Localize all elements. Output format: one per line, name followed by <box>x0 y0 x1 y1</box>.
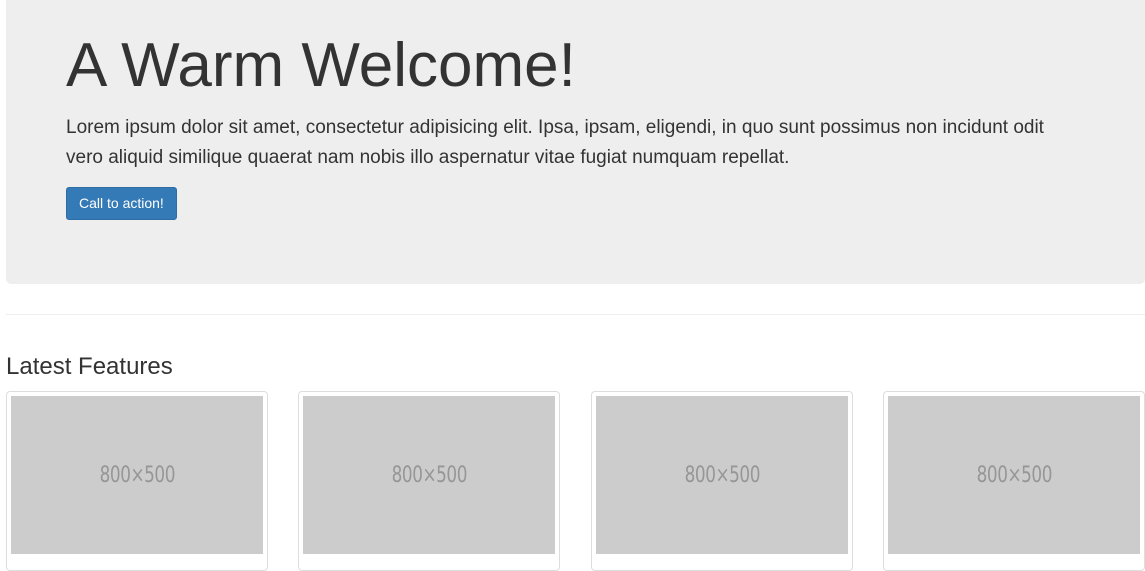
hero-jumbotron: A Warm Welcome! Lorem ipsum dolor sit am… <box>6 0 1145 284</box>
hero-title: A Warm Welcome! <box>66 31 576 100</box>
latest-features-heading: Latest Features <box>6 353 173 380</box>
placeholder-image-label: 800×500 <box>99 462 175 488</box>
placeholder-image-label: 800×500 <box>684 462 760 488</box>
placeholder-image: 800×500 <box>11 396 263 554</box>
call-to-action-button[interactable]: Call to action! <box>66 187 177 220</box>
hero-text: Lorem ipsum dolor sit amet, consectetur … <box>66 117 1044 168</box>
placeholder-image: 800×500 <box>888 396 1140 554</box>
placeholder-image: 800×500 <box>303 396 555 554</box>
feature-thumbnail[interactable]: 800×500 <box>591 391 853 571</box>
feature-thumbnail[interactable]: 800×500 <box>298 391 560 571</box>
feature-thumbnail[interactable]: 800×500 <box>883 391 1145 571</box>
feature-thumbnail[interactable]: 800×500 <box>6 391 268 571</box>
section-divider <box>6 314 1145 315</box>
placeholder-image-label: 800×500 <box>391 462 467 488</box>
placeholder-image: 800×500 <box>596 396 848 554</box>
placeholder-image-label: 800×500 <box>976 462 1052 488</box>
